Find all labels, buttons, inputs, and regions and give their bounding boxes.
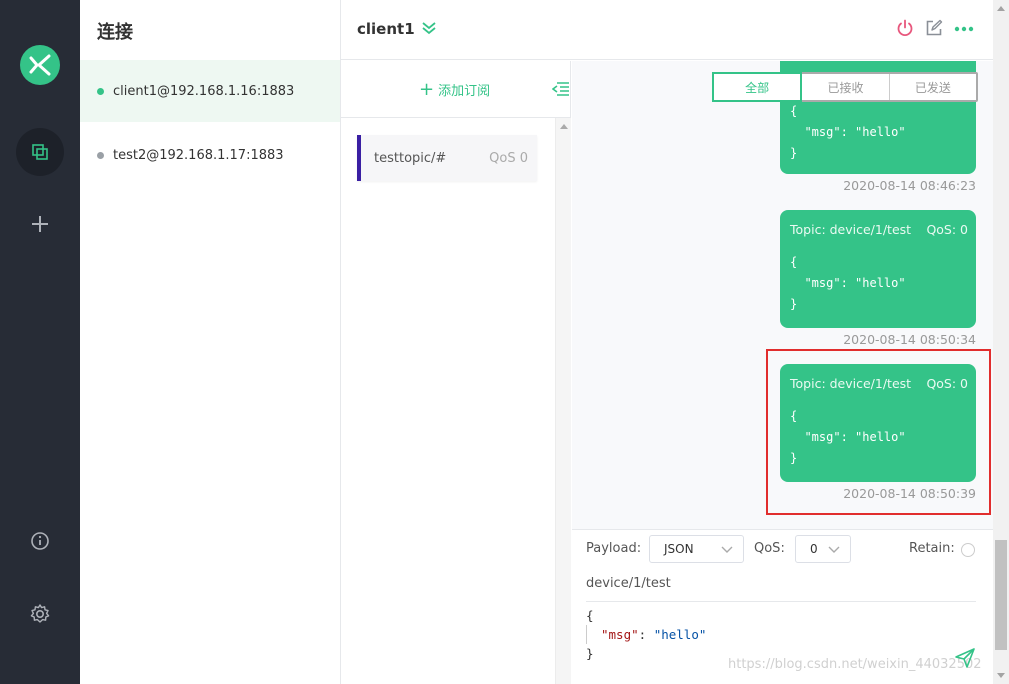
filter-sent-tab[interactable]: 已发送 <box>890 74 976 100</box>
status-dot <box>97 87 104 95</box>
payload-label: Payload: <box>586 541 642 556</box>
scroll-up-icon[interactable] <box>997 6 1005 11</box>
connection-label: client1@192.168.1.16:1883 <box>113 83 295 99</box>
message-filter-tabs: 全部 已接收 已发送 <box>712 72 978 102</box>
message-list: { "msg": "hello" } 2020-08-14 08:46:23 T… <box>572 61 993 529</box>
retain-radio[interactable] <box>961 543 975 557</box>
message-qos: QoS: 0 <box>926 222 968 237</box>
qos-select[interactable]: 0 <box>795 535 851 563</box>
message-qos: QoS: 0 <box>926 376 968 391</box>
subscriptions-panel: + 添加订阅 testtopic/# QoS 0 <box>341 61 571 684</box>
plus-icon: + <box>419 78 435 100</box>
chevron-down-icon <box>828 544 840 558</box>
subscription-toolbar: + 添加订阅 <box>341 61 571 118</box>
publish-payload-editor[interactable]: { "msg": "hello" } <box>586 606 706 663</box>
watermark-text: https://blog.csdn.net/weixin_44032502 <box>728 657 982 672</box>
info-icon[interactable] <box>16 517 64 565</box>
edit-icon[interactable] <box>925 19 943 41</box>
subscriptions-scrollbar[interactable] <box>555 118 571 684</box>
payload-value: "hello" <box>653 627 707 642</box>
message-time: 2020-08-14 08:50:39 <box>843 486 976 501</box>
mqttx-app: 连接 client1@192.168.1.16:1883 test2@192.1… <box>0 0 1009 684</box>
message-time: 2020-08-14 08:46:23 <box>843 178 976 193</box>
payload-key: "msg" <box>601 627 639 642</box>
indent-guide <box>586 625 587 644</box>
message-time: 2020-08-14 08:50:34 <box>843 332 976 347</box>
connection-item-client1[interactable]: client1@192.168.1.16:1883 <box>80 60 340 122</box>
collapse-list-icon[interactable] <box>551 81 570 101</box>
subscription-item[interactable]: testtopic/# QoS 0 <box>357 135 537 181</box>
qos-label: QoS: <box>754 541 785 556</box>
message-payload: { "msg": "hello" } <box>790 104 906 160</box>
scroll-down-icon[interactable] <box>997 673 1005 678</box>
connections-icon[interactable] <box>16 128 64 176</box>
filter-received-tab[interactable]: 已接收 <box>802 74 890 100</box>
logo-icon[interactable] <box>20 45 60 85</box>
qos-value: 0 <box>810 542 818 556</box>
settings-icon[interactable] <box>16 590 64 638</box>
power-icon[interactable] <box>896 19 914 41</box>
connections-panel: 连接 client1@192.168.1.16:1883 test2@192.1… <box>80 0 341 684</box>
publish-topic-input[interactable]: device/1/test <box>586 574 976 602</box>
status-dot <box>97 151 104 159</box>
message-bubble[interactable]: Topic: device/1/test QoS: 0 { "msg": "he… <box>780 210 976 328</box>
payload-line: { <box>586 608 594 623</box>
message-topic-line: Topic: device/1/test QoS: 0 <box>790 222 968 237</box>
message-topic: Topic: device/1/test <box>790 376 912 391</box>
subscription-qos: QoS 0 <box>489 150 528 166</box>
connection-item-test2[interactable]: test2@192.168.1.17:1883 <box>80 124 340 186</box>
message-payload: { "msg": "hello" } <box>790 255 906 311</box>
message-topic-line: Topic: device/1/test QoS: 0 <box>790 376 968 391</box>
publish-panel: Payload: JSON QoS: 0 Retain: device/1/te… <box>572 529 993 684</box>
scroll-up-icon[interactable] <box>560 124 568 129</box>
window-scrollbar[interactable] <box>993 0 1009 684</box>
left-nav <box>0 0 80 684</box>
payload-format-value: JSON <box>664 542 694 556</box>
connection-label: test2@192.168.1.17:1883 <box>113 147 284 163</box>
payload-format-select[interactable]: JSON <box>649 535 744 563</box>
retain-label: Retain: <box>909 541 955 556</box>
subscription-topic: testtopic/# <box>374 150 447 166</box>
filter-all-tab[interactable]: 全部 <box>712 72 803 102</box>
add-connection-icon[interactable] <box>16 200 64 248</box>
payload-line: } <box>586 646 594 661</box>
payload-line: "msg": "hello" <box>601 627 707 642</box>
chevron-down-icon[interactable] <box>421 20 437 40</box>
connections-title: 连接 <box>97 22 133 43</box>
client-name: client1 <box>357 20 415 38</box>
scrollbar-thumb[interactable] <box>995 540 1007 650</box>
send-icon[interactable] <box>954 647 976 673</box>
chevron-down-icon <box>721 544 733 558</box>
connection-header: client1 <box>341 0 993 60</box>
more-icon[interactable] <box>954 21 974 40</box>
message-payload: { "msg": "hello" } <box>790 409 906 465</box>
add-subscription-label: 添加订阅 <box>438 84 491 99</box>
message-topic: Topic: device/1/test <box>790 222 912 237</box>
add-subscription-button[interactable]: + 添加订阅 <box>419 80 490 99</box>
message-bubble[interactable]: Topic: device/1/test QoS: 0 { "msg": "he… <box>780 364 976 482</box>
